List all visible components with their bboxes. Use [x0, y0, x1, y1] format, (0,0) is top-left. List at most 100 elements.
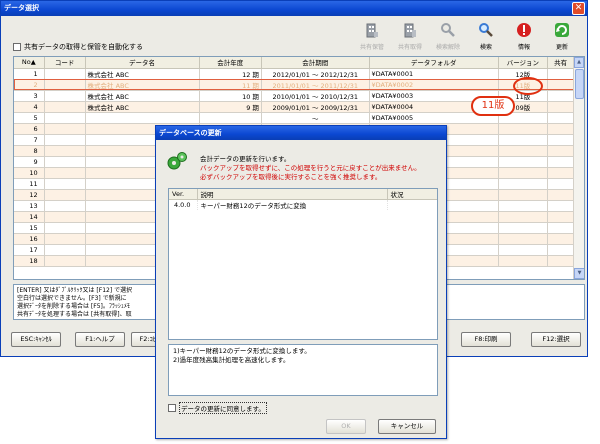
cell-no: 18 [14, 255, 45, 267]
cell-year: 9 期 [199, 101, 262, 113]
col-shared[interactable]: 共有 [547, 57, 574, 69]
agree-checkbox[interactable]: データの更新に同意します。 [168, 402, 267, 414]
col-year[interactable]: 会計年度 [199, 57, 262, 69]
search-clear-button[interactable]: 検索解除 [429, 21, 467, 57]
cell-name [85, 112, 200, 124]
dialog-titlebar: データベースの更新 [156, 126, 446, 140]
cell-code [44, 255, 86, 267]
grid-vscrollbar[interactable]: ▲ ▼ [573, 57, 584, 279]
cell-shared [547, 101, 574, 113]
col-name[interactable]: データ名 [85, 57, 200, 69]
ok-button[interactable]: OK [326, 419, 366, 434]
cell-code [44, 134, 86, 146]
cell-no: 15 [14, 222, 45, 234]
table-row[interactable]: 2 株式会社 ABC 11 期 2011/01/01 ～ 2011/12/31 ¥DAT… [14, 79, 574, 91]
warning-line: 必ずバックアップを取得後に実行することを強く推奨します。 [200, 173, 382, 181]
update-list[interactable]: Ver. 説明 状況 4.0.0 キーパー財務12のデータ形式に変換 [168, 188, 438, 340]
gears-icon [166, 151, 188, 173]
cell-no: 10 [14, 167, 45, 179]
cell-code [44, 145, 86, 157]
cell-code [44, 222, 86, 234]
cell-code [44, 189, 86, 201]
f1-help-button[interactable]: F1:ヘルプ [75, 332, 125, 347]
table-row[interactable]: 1 株式会社 ABC 12 期 2012/01/01 ～ 2012/12/31 ¥DAT… [14, 68, 574, 80]
scroll-up-icon[interactable]: ▲ [574, 57, 584, 68]
cell-version [498, 200, 549, 212]
cell-version [498, 123, 549, 135]
auto-shared-checkbox[interactable]: 共有データの取得と保管を自動化する [13, 42, 143, 52]
search-icon [467, 21, 505, 39]
cell-no: 12 [14, 189, 45, 201]
dialog-message: 会計データの更新を行います。 [200, 155, 291, 163]
cell-version [498, 134, 549, 146]
f12-select-button[interactable]: F12:選択 [531, 332, 581, 347]
cell-shared [547, 189, 574, 201]
dialog-warning: バックアップを取得せずに、この処理を行うと元に戻すことが出来ません。 必ずバック… [200, 164, 421, 182]
cell-code [44, 123, 86, 135]
col-folder[interactable]: データフォルダ [369, 57, 499, 69]
cell-code [44, 167, 86, 179]
info-label: 情報 [517, 44, 530, 51]
cell-code [44, 112, 86, 124]
refresh-icon [543, 21, 581, 39]
cancel-button[interactable]: キャンセル [378, 419, 436, 434]
grid-header-row: No▲ コード データ名 会計年度 会計期間 データフォルダ バージョン 共有 [14, 57, 574, 69]
cell-no: 3 [14, 90, 45, 102]
cell-no: 9 [14, 156, 45, 168]
cell-version [498, 255, 549, 267]
cell-no: 17 [14, 244, 45, 256]
cell-version [498, 244, 549, 256]
cell-period: 2009/01/01 ～ 2009/12/31 [261, 101, 370, 113]
cell-code [44, 101, 86, 113]
esc-cancel-button[interactable]: ESC:ｷｬﾝｾﾙ [11, 332, 61, 347]
col-code[interactable]: コード [44, 57, 86, 69]
col-version[interactable]: バージョン [498, 57, 549, 69]
cell-name: 株式会社 ABC [85, 90, 200, 102]
search-button[interactable]: 検索 [467, 21, 505, 57]
cell-period: 2010/01/01 ～ 2010/12/31 [261, 90, 370, 102]
cell-version [498, 189, 549, 201]
cell-year [199, 112, 262, 124]
dialog-title: データベースの更新 [159, 129, 222, 137]
cell-code [44, 90, 86, 102]
agree-checkbox-box[interactable] [168, 404, 176, 412]
main-close-button[interactable]: ✕ [572, 2, 585, 15]
cell-year: 11 期 [199, 79, 262, 91]
cell-shared [547, 68, 574, 80]
cell-version [498, 222, 549, 234]
checkbox-box[interactable] [13, 43, 21, 51]
scroll-thumb[interactable] [575, 69, 584, 99]
cell-version [498, 233, 549, 245]
update-row[interactable]: 4.0.0 キーパー財務12のデータ形式に変換 [169, 199, 437, 210]
col-status: 状況 [387, 189, 437, 200]
col-ver: Ver. [169, 189, 198, 200]
building-get-icon [391, 21, 429, 39]
cell-folder: ¥DATA¥0002 [369, 79, 499, 91]
cell-code [44, 178, 86, 190]
cell-folder: ¥DATA¥0001 [369, 68, 499, 80]
shared-save-button[interactable]: 共有保管 [353, 21, 391, 57]
col-period[interactable]: 会計期間 [261, 57, 370, 69]
cell-code [44, 156, 86, 168]
scroll-down-icon[interactable]: ▼ [574, 268, 584, 279]
search-label: 検索 [479, 44, 492, 51]
cell-shared [547, 200, 574, 212]
refresh-button[interactable]: 更新 [543, 21, 581, 57]
cell-shared [547, 156, 574, 168]
shared-get-button[interactable]: 共有取得 [391, 21, 429, 57]
cell-no: 13 [14, 200, 45, 212]
shared-save-label: 共有保管 [359, 44, 384, 51]
cell-code [44, 79, 86, 91]
search-clear-icon [429, 21, 467, 39]
cell-version [498, 211, 549, 223]
cell-shared [547, 134, 574, 146]
cell-version [498, 178, 549, 190]
cell-no: 11 [14, 178, 45, 190]
col-no[interactable]: No▲ [14, 57, 45, 69]
info-button[interactable]: 情報 [505, 21, 543, 57]
f8-print-button[interactable]: F8:印刷 [461, 332, 511, 347]
info-icon [505, 21, 543, 39]
cell-version [498, 167, 549, 179]
cell-no: 1 [14, 68, 45, 80]
update-ver: 4.0.0 [169, 199, 198, 210]
